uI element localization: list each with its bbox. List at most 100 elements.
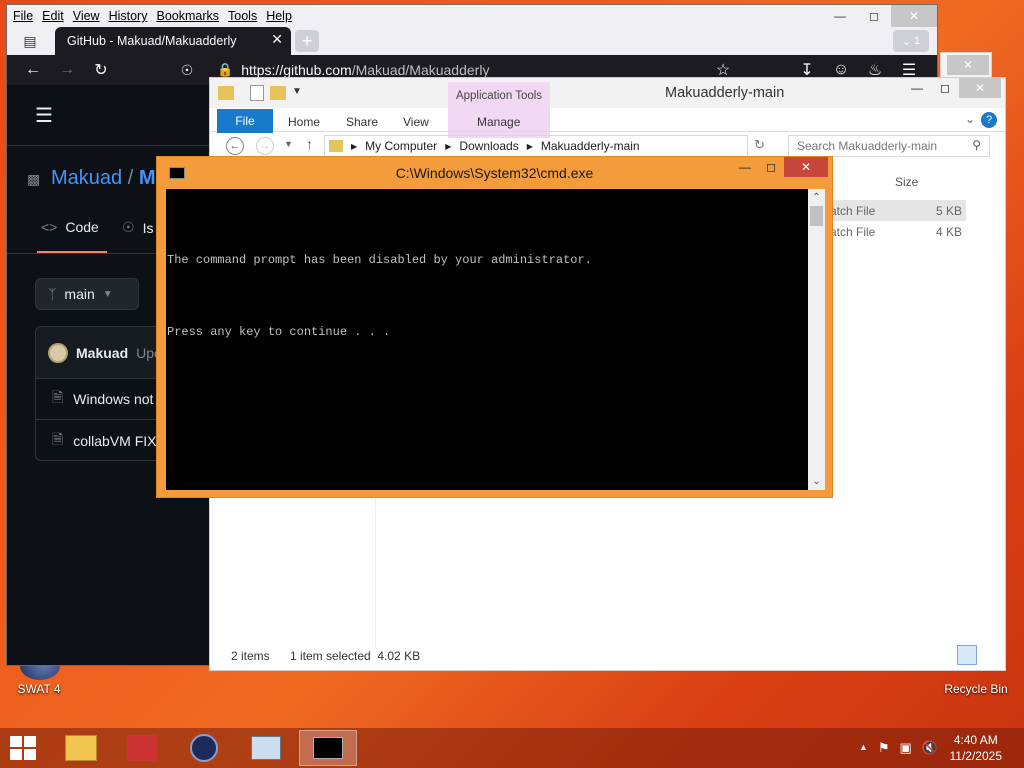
taskbar-file-explorer[interactable] bbox=[52, 730, 110, 766]
large-icons-view-icon[interactable] bbox=[979, 645, 999, 665]
back-button[interactable]: ← bbox=[226, 137, 244, 155]
reload-button[interactable]: ↻ bbox=[89, 59, 113, 81]
menu-file[interactable]: File bbox=[13, 9, 33, 23]
close-button[interactable]: ✕ bbox=[784, 157, 828, 177]
shield-icon[interactable]: ☉ bbox=[175, 59, 199, 81]
repo-owner-link[interactable]: Makuad bbox=[51, 167, 122, 189]
tab-file[interactable]: File bbox=[217, 109, 273, 133]
commit-author[interactable]: Makuad bbox=[76, 345, 128, 361]
console-scrollbar[interactable]: ⌃ ⌄ bbox=[808, 189, 825, 490]
tab-code[interactable]: <> Code bbox=[41, 219, 99, 235]
forward-button[interactable]: → bbox=[55, 59, 79, 81]
cmd-window-controls: — ◻ ✕ bbox=[732, 157, 828, 177]
taskbar-app-globe[interactable] bbox=[175, 730, 233, 766]
tab-count: 1 bbox=[914, 35, 921, 47]
tab-view[interactable]: View bbox=[403, 115, 429, 129]
taskbar-app-monitor[interactable] bbox=[237, 730, 295, 766]
ribbon-expand-icon[interactable]: ⌄ bbox=[965, 112, 975, 126]
branch-selector[interactable]: ᛉ main ▼ bbox=[35, 278, 139, 310]
explorer-titlebar: ▼ Application Tools Makuadderly-main — ◻… bbox=[210, 78, 1005, 138]
breadcrumb-chevron-icon: ▶ bbox=[445, 141, 452, 151]
caret-down-icon: ▼ bbox=[102, 288, 113, 300]
system-tray: ▲ ⚑ ▣ 🔇 bbox=[859, 740, 938, 756]
refresh-button[interactable]: ↻ bbox=[754, 137, 765, 153]
branch-icon: ᛉ bbox=[48, 286, 57, 302]
tab-close-icon[interactable]: ✕ bbox=[271, 31, 283, 48]
recent-dropdown-icon[interactable]: ▼ bbox=[284, 139, 293, 149]
breadcrumb-downloads[interactable]: Downloads bbox=[459, 139, 518, 153]
clock[interactable]: 4:40 AM 11/2/2025 bbox=[950, 732, 1003, 764]
console-line: The command prompt has been disabled by … bbox=[167, 253, 592, 267]
explorer-window-controls: — ◻ ✕ bbox=[903, 78, 1001, 98]
tab-issues[interactable]: ☉ Is bbox=[122, 219, 153, 236]
tab-issues-label: Is bbox=[142, 219, 154, 236]
branch-name: main bbox=[64, 286, 95, 302]
close-button[interactable]: ✕ bbox=[947, 55, 989, 75]
tab-github[interactable]: GitHub - Makuad/Makuadderly ✕ bbox=[55, 27, 291, 55]
minimize-button[interactable]: — bbox=[903, 78, 931, 98]
help-icon[interactable]: ? bbox=[981, 112, 997, 128]
show-hidden-icons-icon[interactable]: ▲ bbox=[859, 740, 868, 756]
file-icon: 🗎 bbox=[52, 389, 64, 405]
clock-date: 11/2/2025 bbox=[949, 749, 1003, 763]
tab-manage[interactable]: Manage bbox=[477, 115, 520, 129]
details-view-icon[interactable] bbox=[957, 645, 977, 665]
maximize-button[interactable]: ◻ bbox=[931, 78, 959, 98]
clock-time: 4:40 AM bbox=[953, 733, 998, 747]
maximize-button[interactable]: ◻ bbox=[857, 5, 891, 27]
breadcrumb-my-computer[interactable]: My Computer bbox=[365, 139, 437, 153]
menu-view[interactable]: View bbox=[73, 9, 100, 23]
recycle-bin-label: Recycle Bin bbox=[944, 682, 1008, 696]
scroll-thumb[interactable] bbox=[810, 206, 823, 226]
up-button[interactable]: ↑ bbox=[306, 136, 313, 152]
volume-muted-icon[interactable]: 🔇 bbox=[922, 740, 938, 756]
start-button[interactable] bbox=[10, 736, 38, 760]
file-type: atch File bbox=[830, 204, 876, 218]
status-bar: 2 items 1 item selected 4.02 KB bbox=[210, 640, 1005, 670]
menu-bookmarks[interactable]: Bookmarks bbox=[156, 9, 219, 23]
tab-overflow-button[interactable]: ⌄ 1 bbox=[893, 30, 929, 52]
ribbon-tabs: File Home Share View Manage ⌄ ? bbox=[210, 108, 1005, 133]
menu-edit[interactable]: Edit bbox=[42, 9, 64, 23]
taskbar-app-red[interactable] bbox=[113, 730, 171, 766]
tab-home[interactable]: Home bbox=[288, 115, 320, 129]
tab-code-label: Code bbox=[65, 219, 99, 235]
minimize-button[interactable]: — bbox=[823, 5, 857, 27]
network-icon[interactable]: ▣ bbox=[900, 740, 912, 756]
menu-help[interactable]: Help bbox=[266, 9, 292, 23]
github-hamburger-icon[interactable]: ☰ bbox=[35, 103, 53, 128]
close-button[interactable]: ✕ bbox=[959, 78, 1001, 98]
lock-icon: 🔒 bbox=[217, 62, 234, 77]
tab-list-icon[interactable]: ▤ bbox=[17, 30, 43, 52]
close-button[interactable]: ✕ bbox=[891, 5, 937, 27]
properties-icon[interactable] bbox=[250, 85, 264, 101]
minimize-button[interactable]: — bbox=[732, 157, 758, 177]
qat-dropdown-icon[interactable]: ▼ bbox=[292, 86, 302, 97]
file-name: collabVM FIX bbox=[73, 432, 157, 449]
tab-share[interactable]: Share bbox=[346, 115, 378, 129]
taskbar-cmd[interactable] bbox=[299, 730, 357, 766]
file-size: 5 KB bbox=[935, 204, 962, 218]
size-column-header[interactable]: Size bbox=[895, 175, 918, 189]
issues-icon: ☉ bbox=[122, 219, 135, 235]
folder-icon bbox=[218, 86, 234, 100]
breadcrumb-chevron-icon: ▶ bbox=[526, 141, 533, 151]
back-button[interactable]: ← bbox=[21, 59, 45, 81]
scroll-up-icon[interactable]: ⌃ bbox=[808, 189, 825, 206]
breadcrumb-chevron-icon: ▶ bbox=[351, 141, 358, 151]
action-center-flag-icon[interactable]: ⚑ bbox=[878, 740, 890, 756]
breadcrumb-makuadderly-main[interactable]: Makuadderly-main bbox=[541, 139, 640, 153]
globe-icon bbox=[190, 734, 218, 762]
new-tab-button[interactable]: + bbox=[295, 30, 319, 52]
forward-button[interactable]: → bbox=[256, 137, 274, 155]
new-folder-icon[interactable] bbox=[270, 86, 286, 100]
menu-tools[interactable]: Tools bbox=[228, 9, 257, 23]
menu-history[interactable]: History bbox=[109, 9, 148, 23]
scroll-down-icon[interactable]: ⌄ bbox=[808, 473, 825, 490]
search-icon: ⚲ bbox=[972, 138, 981, 152]
address-bar[interactable]: ▶ My Computer ▶ Downloads ▶ Makuadderly-… bbox=[324, 135, 748, 157]
maximize-button[interactable]: ◻ bbox=[758, 157, 784, 177]
repo-name-link[interactable]: M bbox=[139, 167, 156, 189]
console-output[interactable]: The command prompt has been disabled by … bbox=[166, 189, 816, 490]
search-box[interactable]: Search Makuadderly-main ⚲ bbox=[788, 135, 990, 157]
